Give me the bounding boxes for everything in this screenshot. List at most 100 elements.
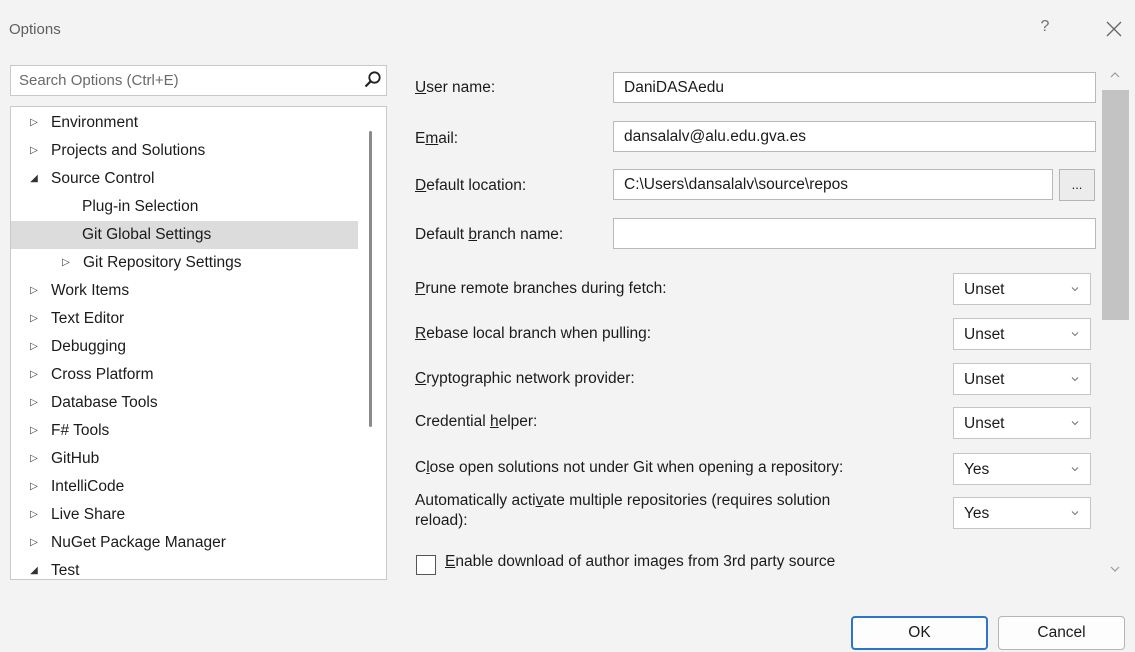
search-input[interactable] — [11, 66, 351, 95]
rebase-local-branch-dropdown[interactable]: Unset — [953, 318, 1091, 350]
tree-expand-icon[interactable]: ▷ — [27, 137, 41, 165]
chevron-down-icon — [1071, 377, 1079, 382]
chevron-down-icon — [1071, 287, 1079, 292]
chevron-down-icon — [1071, 421, 1079, 426]
default-branch-field-box — [613, 218, 1096, 249]
browse-button[interactable]: ... — [1059, 169, 1095, 201]
tree-item-label: IntelliCode — [51, 478, 125, 495]
window-title: Options — [9, 21, 61, 38]
tree-item-label: Cross Platform — [51, 366, 154, 383]
prune-remote-branches-dropdown[interactable]: Unset — [953, 273, 1091, 305]
default-branch-input[interactable] — [614, 219, 1095, 248]
tree-item-cross-platform[interactable]: ▷ Cross Platform — [11, 361, 358, 389]
tree-item-label: Text Editor — [51, 310, 125, 327]
tree-expand-icon[interactable]: ▷ — [27, 417, 41, 445]
tree-collapse-icon[interactable]: ◢ — [27, 165, 41, 193]
close-icon — [1106, 21, 1122, 37]
tree-item-label: F# Tools — [51, 422, 110, 439]
tree-item-nuget-package-manager[interactable]: ▷ NuGet Package Manager — [11, 529, 358, 557]
ok-button[interactable]: OK — [851, 616, 988, 650]
tree-expand-icon[interactable]: ▷ — [27, 333, 41, 361]
tree-item-label: GitHub — [51, 450, 100, 467]
email-label: Email: — [415, 130, 459, 147]
default-location-label: Default location: — [415, 177, 527, 194]
tree-item-projects-and-solutions[interactable]: ▷ Projects and Solutions — [11, 137, 358, 165]
chevron-down-icon — [1071, 467, 1079, 472]
tree-item-live-share[interactable]: ▷ Live Share — [11, 501, 358, 529]
scroll-down-icon[interactable] — [1108, 562, 1122, 576]
default-location-input[interactable] — [614, 170, 1052, 199]
tree-expand-icon[interactable]: ▷ — [27, 277, 41, 305]
tree-item-plug-in-selection[interactable]: Plug-in Selection — [11, 193, 358, 221]
email-input[interactable] — [614, 122, 1095, 151]
dropdown-value: Unset — [964, 371, 1005, 388]
tree-collapse-icon[interactable]: ◢ — [27, 557, 41, 579]
tree-item-intellicode[interactable]: ▷ IntelliCode — [11, 473, 358, 501]
tree-expand-icon[interactable]: ▷ — [27, 109, 41, 137]
author-images-label: Enable download of author images from 3r… — [445, 553, 836, 570]
credential-helper-dropdown[interactable]: Unset — [953, 407, 1091, 439]
user-name-label: User name: — [415, 79, 496, 96]
scroll-up-icon[interactable] — [1108, 68, 1122, 82]
tree-item-git-repository-settings[interactable]: ▷ Git Repository Settings — [11, 249, 358, 277]
tree-item-label: Test — [51, 562, 80, 579]
tree-item-label: Work Items — [51, 282, 130, 299]
close-open-solutions-label: Close open solutions not under Git when … — [415, 459, 844, 476]
activate-multiple-repositories-dropdown[interactable]: Yes — [953, 497, 1091, 529]
prune-remote-branches-label: Prune remote branches during fetch: — [415, 280, 667, 297]
default-location-field-box — [613, 169, 1053, 200]
dropdown-value: Yes — [964, 461, 990, 478]
tree-expand-icon[interactable]: ▷ — [27, 529, 41, 557]
options-tree: ▷ Environment ▷ Projects and Solutions ◢ Sour… — [10, 106, 387, 580]
search-icon[interactable] — [363, 70, 383, 90]
options-scrollbar-thumb[interactable] — [1102, 90, 1129, 320]
tree-expand-icon[interactable]: ▷ — [27, 361, 41, 389]
search-box — [10, 65, 387, 96]
tree-item-label: Source Control — [51, 170, 155, 187]
tree-item-github[interactable]: ▷ GitHub — [11, 445, 358, 473]
tree-scrollbar[interactable] — [369, 131, 372, 427]
tree-item-git-global-settings[interactable]: Git Global Settings — [11, 221, 358, 249]
author-images-checkbox[interactable] — [416, 555, 436, 575]
tree-item-label: Database Tools — [51, 394, 158, 411]
tree-item-source-control[interactable]: ◢ Source Control — [11, 165, 358, 193]
tree-expand-icon[interactable]: ▷ — [27, 389, 41, 417]
tree-item-label: Projects and Solutions — [51, 142, 206, 159]
tree-item-label: Live Share — [51, 506, 126, 523]
default-branch-label: Default branch name: — [415, 226, 564, 243]
title-bar: Options ? — [0, 0, 1135, 56]
tree-item-debugging[interactable]: ▷ Debugging — [11, 333, 358, 361]
tree-expand-icon[interactable]: ▷ — [27, 445, 41, 473]
chevron-down-icon — [1071, 511, 1079, 516]
user-name-input[interactable] — [614, 73, 1095, 102]
tree-expand-icon[interactable]: ▷ — [59, 249, 73, 277]
tree-item-label: Plug-in Selection — [82, 198, 199, 215]
credential-helper-label: Credential helper: — [415, 413, 538, 430]
email-field-box — [613, 121, 1096, 152]
activate-multiple-repositories-label: Automatically activate multiple reposito… — [415, 492, 831, 529]
tree-item-f-tools[interactable]: ▷ F# Tools — [11, 417, 358, 445]
tree-expand-icon[interactable]: ▷ — [27, 305, 41, 333]
cancel-button[interactable]: Cancel — [998, 616, 1125, 650]
dropdown-value: Unset — [964, 326, 1005, 343]
tree-item-label: Git Global Settings — [82, 226, 212, 243]
tree-item-work-items[interactable]: ▷ Work Items — [11, 277, 358, 305]
cryptographic-network-provider-label: Cryptographic network provider: — [415, 370, 635, 387]
tree-item-environment[interactable]: ▷ Environment — [11, 109, 358, 137]
tree-item-database-tools[interactable]: ▷ Database Tools — [11, 389, 358, 417]
dropdown-value: Unset — [964, 415, 1005, 432]
dropdown-value: Unset — [964, 281, 1005, 298]
tree-item-text-editor[interactable]: ▷ Text Editor — [11, 305, 358, 333]
tree-expand-icon[interactable]: ▷ — [27, 473, 41, 501]
cryptographic-network-provider-dropdown[interactable]: Unset — [953, 363, 1091, 395]
tree-item-label: NuGet Package Manager — [51, 534, 226, 551]
tree-item-test[interactable]: ◢ Test — [11, 557, 358, 579]
rebase-local-branch-label: Rebase local branch when pulling: — [415, 325, 652, 342]
chevron-down-icon — [1071, 332, 1079, 337]
help-button[interactable]: ? — [1034, 18, 1056, 40]
tree-expand-icon[interactable]: ▷ — [27, 501, 41, 529]
close-button[interactable] — [1101, 16, 1127, 42]
user-name-field-box — [613, 72, 1096, 103]
tree-item-label: Environment — [51, 114, 139, 131]
close-open-solutions-dropdown[interactable]: Yes — [953, 453, 1091, 485]
